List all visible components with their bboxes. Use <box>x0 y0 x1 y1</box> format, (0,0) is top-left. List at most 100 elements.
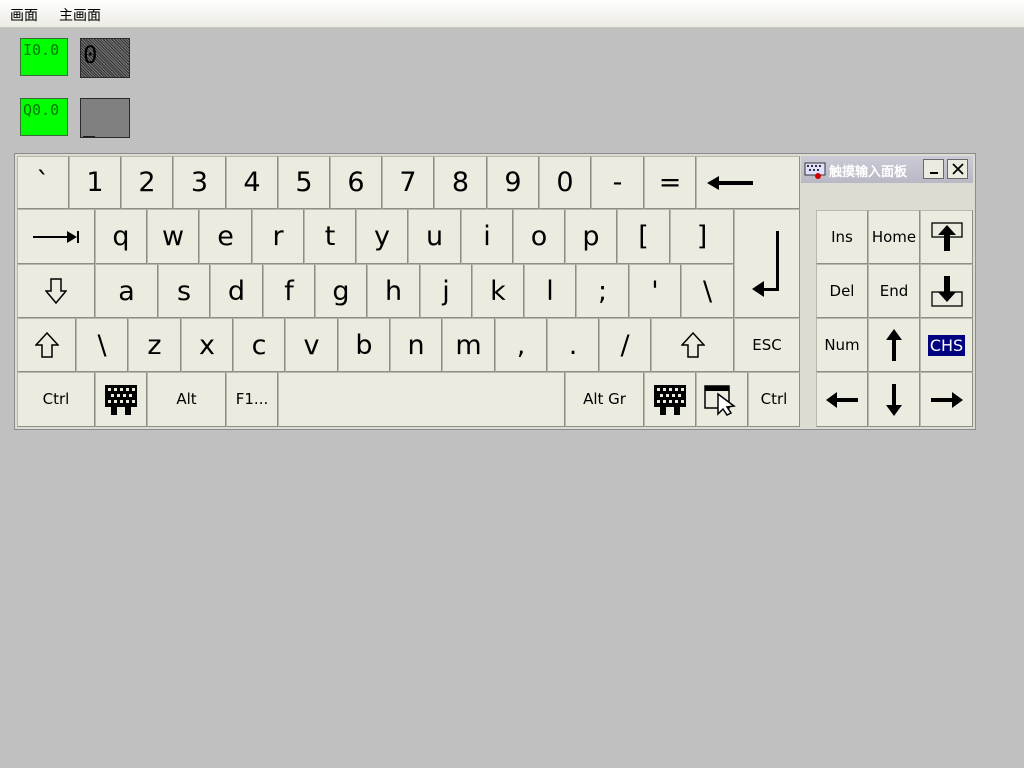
input-value-text: 0 <box>83 41 98 69</box>
key-ime-right[interactable] <box>644 372 696 427</box>
key-shift-left[interactable] <box>17 318 76 372</box>
key-arrow-right[interactable] <box>920 372 973 427</box>
key-e[interactable]: e <box>199 209 252 264</box>
key-period[interactable]: . <box>547 318 599 372</box>
key-i[interactable]: i <box>461 209 513 264</box>
key-page-down[interactable] <box>920 264 973 318</box>
touch-panel-titlebar[interactable]: 触摸输入面板 <box>801 156 973 183</box>
key-arrow-left[interactable] <box>816 372 868 427</box>
key-tab[interactable] <box>17 209 95 264</box>
key-del[interactable]: Del <box>816 264 868 318</box>
key-arrow-down[interactable] <box>868 372 920 427</box>
key-label: g <box>332 275 350 307</box>
key-b[interactable]: b <box>338 318 390 372</box>
key-label: ` <box>36 167 50 198</box>
key-backtick[interactable]: ` <box>17 156 69 209</box>
key-label: 5 <box>295 167 313 198</box>
key-label: Ctrl <box>42 390 70 408</box>
key-label: - <box>612 167 623 198</box>
key-pointer[interactable] <box>696 372 748 427</box>
key-n[interactable]: n <box>390 318 442 372</box>
key-backspace[interactable] <box>696 156 800 209</box>
menu-item-screens[interactable]: 画面 <box>10 5 38 25</box>
key-ime-left[interactable] <box>95 372 147 427</box>
key-x[interactable]: x <box>181 318 233 372</box>
key-space[interactable] <box>278 372 565 427</box>
key-r[interactable]: r <box>252 209 304 264</box>
key-page-up[interactable] <box>920 210 973 264</box>
key-q[interactable]: q <box>95 209 147 264</box>
key-label: i <box>483 221 491 252</box>
key-0[interactable]: 0 <box>539 156 591 209</box>
key-ctrl-left[interactable]: Ctrl <box>17 372 95 427</box>
key-g[interactable]: g <box>315 264 367 318</box>
key-equals[interactable]: = <box>644 156 696 209</box>
key-l[interactable]: l <box>524 264 576 318</box>
minimize-button[interactable] <box>923 159 944 179</box>
key-label: b <box>355 329 373 361</box>
key-slash[interactable]: / <box>599 318 651 372</box>
key-9[interactable]: 9 <box>487 156 539 209</box>
key-4[interactable]: 4 <box>226 156 278 209</box>
key-alt-gr[interactable]: Alt Gr <box>565 372 644 427</box>
key-shift-right[interactable] <box>651 318 734 372</box>
key-label: t <box>324 221 336 252</box>
key-label: y <box>374 221 390 252</box>
close-button[interactable] <box>947 159 968 179</box>
menu-item-main-screen[interactable]: 主画面 <box>59 5 101 25</box>
key-ins[interactable]: Ins <box>816 210 868 264</box>
key-7[interactable]: 7 <box>382 156 434 209</box>
key-k[interactable]: k <box>472 264 524 318</box>
key-2[interactable]: 2 <box>121 156 173 209</box>
key-label: . <box>568 329 578 361</box>
key-right-bracket[interactable]: ] <box>670 209 734 264</box>
key-d[interactable]: d <box>210 264 263 318</box>
key-backslash-2[interactable]: \ <box>76 318 128 372</box>
key-semicolon[interactable]: ; <box>576 264 629 318</box>
key-p[interactable]: p <box>565 209 617 264</box>
key-6[interactable]: 6 <box>330 156 382 209</box>
key-f[interactable]: f <box>263 264 315 318</box>
key-ctrl-right[interactable]: Ctrl <box>748 372 800 427</box>
output-value-field[interactable]: _ <box>80 98 130 138</box>
key-s[interactable]: s <box>158 264 210 318</box>
key-h[interactable]: h <box>367 264 420 318</box>
arrow-left-icon <box>826 391 858 408</box>
key-m[interactable]: m <box>442 318 495 372</box>
key-comma[interactable]: , <box>495 318 547 372</box>
key-caps-lock[interactable] <box>17 264 95 318</box>
key-end[interactable]: End <box>868 264 920 318</box>
tab-arrow-icon <box>33 230 79 243</box>
key-left-bracket[interactable]: [ <box>617 209 670 264</box>
key-backslash[interactable]: \ <box>681 264 734 318</box>
key-minus[interactable]: - <box>591 156 644 209</box>
key-u[interactable]: u <box>408 209 461 264</box>
key-f1[interactable]: F1... <box>226 372 278 427</box>
key-num[interactable]: Num <box>816 318 868 372</box>
key-1[interactable]: 1 <box>69 156 121 209</box>
key-j[interactable]: j <box>420 264 472 318</box>
key-label: f <box>284 275 294 307</box>
key-chs[interactable]: CHS <box>920 318 973 372</box>
key-label: / <box>620 329 630 361</box>
key-3[interactable]: 3 <box>173 156 226 209</box>
key-y[interactable]: y <box>356 209 408 264</box>
key-w[interactable]: w <box>147 209 199 264</box>
input-value-field[interactable]: 0 <box>80 38 130 78</box>
key-esc[interactable]: ESC <box>734 318 800 372</box>
key-arrow-up[interactable] <box>868 318 920 372</box>
key-label: 2 <box>138 167 156 198</box>
key-t[interactable]: t <box>304 209 356 264</box>
key-a[interactable]: a <box>95 264 158 318</box>
key-apostrophe[interactable]: ' <box>629 264 681 318</box>
key-label: n <box>407 329 425 361</box>
key-z[interactable]: z <box>128 318 181 372</box>
key-8[interactable]: 8 <box>434 156 487 209</box>
key-c[interactable]: c <box>233 318 285 372</box>
key-5[interactable]: 5 <box>278 156 330 209</box>
key-v[interactable]: v <box>285 318 338 372</box>
key-alt[interactable]: Alt <box>147 372 226 427</box>
key-enter[interactable] <box>734 209 800 318</box>
key-o[interactable]: o <box>513 209 565 264</box>
key-home[interactable]: Home <box>868 210 920 264</box>
